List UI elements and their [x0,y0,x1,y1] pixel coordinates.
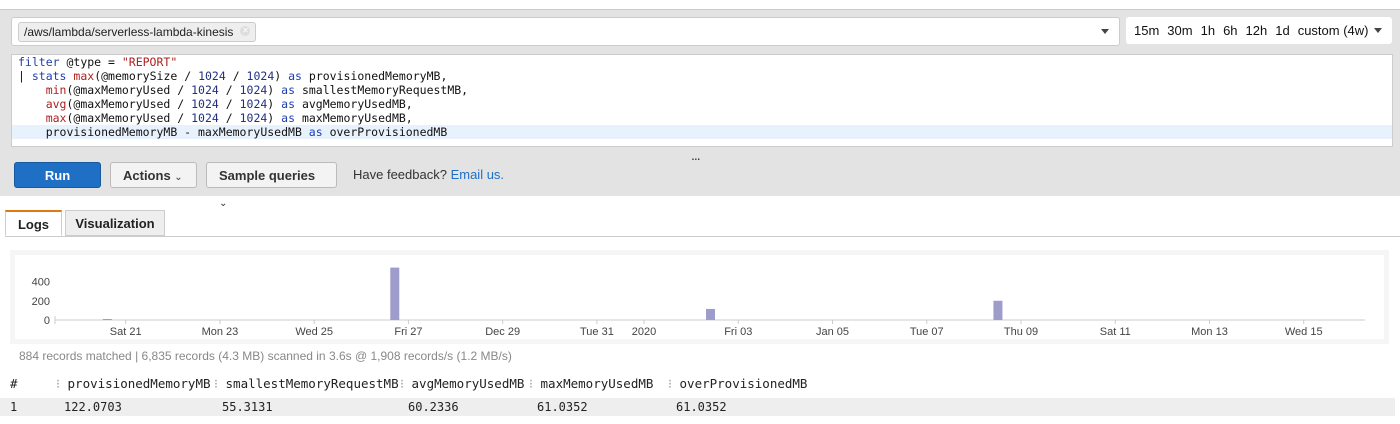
chevron-down-icon: ⌄ [174,172,182,183]
email-us-link[interactable]: Email us. [451,167,504,182]
column-header[interactable]: # [10,376,18,391]
x-tick-label: Tue 07 [910,326,944,338]
x-tick-label: Fri 27 [394,326,422,338]
query-panel: /aws/lambda/serverless-lambda-kinesis ✕ 1… [0,10,1400,196]
histogram-bar [993,301,1002,320]
x-tick-label: Jan 05 [816,326,849,338]
dropdown-caret-icon[interactable] [1101,29,1109,38]
column-header[interactable]: ⁝ avgMemoryUsedMB [400,376,524,391]
range-15m[interactable]: 15m [1134,23,1159,38]
query-line: max(@maxMemoryUsed / 1024 / 1024) as max… [12,111,1392,125]
x-tick-label: Fri 03 [724,326,752,338]
resize-handle[interactable]: ... [691,147,700,163]
x-tick-label: Sat 11 [1100,326,1131,338]
x-tick-label: 2020 [632,326,656,338]
query-line: avg(@maxMemoryUsed / 1024 / 1024) as avg… [12,97,1392,111]
range-12h[interactable]: 12h [1246,23,1268,38]
column-header[interactable]: ⁝ smallestMemoryRequestMB [214,376,399,391]
feedback-text: Have feedback? Email us. [353,162,504,188]
range-custom[interactable]: custom (4w) [1298,23,1369,38]
y-tick-label: 400 [32,277,50,289]
histogram-chart: 0 200 400 Sat 21 Mon 23 Wed 25 Fri 27 Dec 29 Tue… [15,255,1384,339]
table-cell: 1 [10,398,17,416]
x-tick-label: Tue 31 [580,326,614,338]
histogram-bar [706,309,715,320]
query-line: min(@maxMemoryUsed / 1024 / 1024) as sma… [12,83,1392,97]
histogram-bar [103,319,112,320]
x-tick-label: Mon 23 [202,326,239,338]
x-tick-label: Wed 25 [295,326,333,338]
query-editor[interactable]: filter @type = "REPORT"| stats max(@memo… [11,54,1393,147]
query-line: | stats max(@memorySize / 1024 / 1024) a… [12,69,1392,83]
x-tick-label: Sat 21 [110,326,142,338]
y-tick-label: 0 [44,315,50,327]
query-line: filter @type = "REPORT" [12,55,1392,69]
chevron-down-icon: ⌄ [219,198,227,209]
tab-visualization[interactable]: Visualization [65,210,165,236]
remove-chip-icon[interactable]: ✕ [240,26,250,36]
time-range-caret-icon[interactable] [1374,28,1382,37]
table-cell: 122.0703 [64,398,122,416]
log-group-selector[interactable]: /aws/lambda/serverless-lambda-kinesis ✕ [11,17,1120,46]
table-cell: 60.2336 [408,398,459,416]
column-header[interactable]: ⁝ maxMemoryUsedMB [529,376,653,391]
histogram-panel: 0 200 400 Sat 21 Mon 23 Wed 25 Fri 27 Dec 29 Tue… [10,250,1389,344]
x-tick-label: Thu 09 [1004,326,1038,338]
range-1h[interactable]: 1h [1201,23,1215,38]
table-cell: 61.0352 [537,398,588,416]
range-6h[interactable]: 6h [1223,23,1237,38]
query-line: provisionedMemoryMB - maxMemoryUsedMB as… [12,125,1392,139]
column-header[interactable]: ⁝ overProvisionedMB [668,376,807,391]
histogram-bar [390,268,399,320]
y-tick-label: 200 [32,296,50,308]
tab-logs[interactable]: Logs [5,210,62,236]
table-header: # ⁝ provisionedMemoryMB⁝ smallestMemoryRe… [0,376,1400,392]
feedback-label: Have feedback? [353,167,447,182]
x-tick-label: Dec 29 [485,326,520,338]
x-tick-label: Mon 13 [1191,326,1228,338]
range-1d[interactable]: 1d [1275,23,1289,38]
query-stats: 884 records matched | 6,835 records (4.3… [19,349,512,363]
sample-queries-button[interactable]: Sample queries ⌄ [206,162,337,188]
table-row[interactable]: 1 122.0703 55.3131 60.2336 61.0352 61.0352 [0,398,1395,416]
time-range-selector: 15m 30m 1h 6h 12h 1d custom (4w) [1126,17,1392,44]
column-header[interactable]: ⁝ provisionedMemoryMB [56,376,211,391]
sample-queries-label: Sample queries [219,168,315,183]
range-30m[interactable]: 30m [1167,23,1192,38]
actions-label: Actions [123,168,171,183]
run-query-button[interactable]: Run query [14,162,101,188]
actions-button[interactable]: Actions ⌄ [110,162,197,188]
top-border [0,0,1400,10]
results-tabs: Logs Visualization [5,210,1400,237]
table-cell: 55.3131 [222,398,273,416]
log-group-name: /aws/lambda/serverless-lambda-kinesis [24,25,233,39]
log-group-chip: /aws/lambda/serverless-lambda-kinesis ✕ [18,22,256,42]
x-tick-label: Wed 15 [1285,326,1323,338]
table-cell: 61.0352 [676,398,727,416]
